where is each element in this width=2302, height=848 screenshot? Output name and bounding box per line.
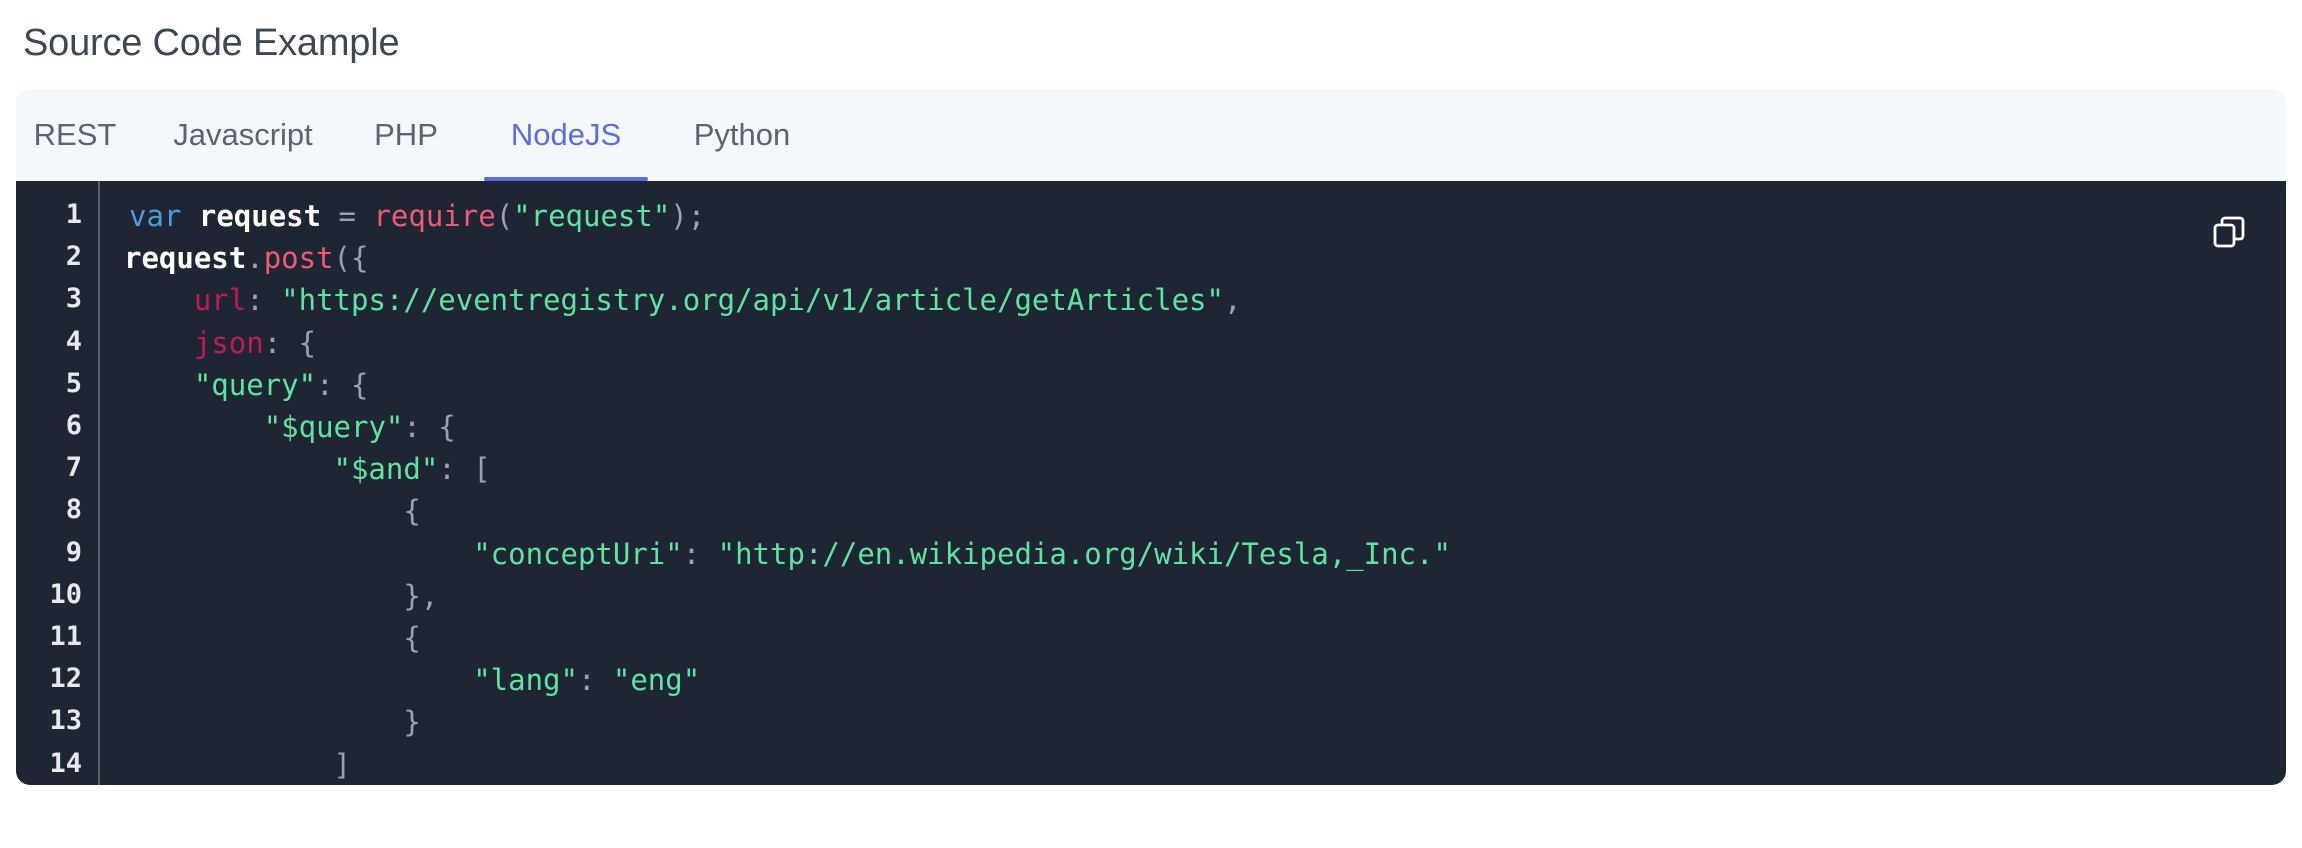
copy-icon <box>2213 216 2245 248</box>
code-line: json: { <box>124 326 316 360</box>
tab-rest[interactable]: REST <box>16 89 134 181</box>
code-line: "query": { <box>124 367 369 402</box>
code-token: ] <box>333 747 351 782</box>
code-token: ); <box>670 199 706 233</box>
code-token: "https://eventregistry.org/api/v1/articl… <box>281 283 1224 318</box>
code-token: "lang" <box>473 663 578 698</box>
code-line: "conceptUri": "http://en.wikipedia.org/w… <box>124 537 1451 571</box>
code-token: ({ <box>333 241 369 276</box>
code-token: json <box>193 325 264 360</box>
code-token: ( <box>495 199 514 233</box>
code-line: var request = require("request"); <box>129 199 705 233</box>
line-number: 11 <box>49 621 82 652</box>
code-line: }, <box>124 579 438 613</box>
code-line: } <box>124 705 421 740</box>
source-code-example-page: Source Code Example REST Javascript PHP … <box>0 0 2302 848</box>
line-number: 4 <box>65 325 82 357</box>
code-token: : <box>246 283 282 318</box>
code-token: : { <box>316 367 369 402</box>
code-token: : <box>577 663 613 698</box>
language-tabs: REST Javascript PHP NodeJS Python <box>16 89 2286 181</box>
code-token: : <box>682 536 718 571</box>
line-number: 7 <box>65 452 82 484</box>
code-token: require <box>373 199 496 233</box>
code-token: request <box>124 241 247 276</box>
code-line: "$and": [ <box>124 452 491 486</box>
code-token: }, <box>403 578 439 613</box>
code-token: = <box>321 199 374 233</box>
line-number-gutter: 1 2 3 4 5 6 7 8 9 10 11 12 13 14 <box>16 181 100 785</box>
code-token: "$query" <box>263 410 404 444</box>
line-number: 8 <box>65 494 82 526</box>
code-token: "http://en.wikipedia.org/wiki/Tesla,_Inc… <box>717 536 1451 571</box>
code-token: url <box>193 283 247 318</box>
code-token: "request" <box>513 199 671 233</box>
code-token: , <box>1223 283 1242 318</box>
tab-nodejs[interactable]: NodeJS <box>484 89 648 181</box>
line-number: 5 <box>65 367 82 399</box>
code-token: request <box>198 199 322 233</box>
code-token: { <box>403 494 421 529</box>
code-token: "query" <box>193 367 317 402</box>
code-token: : { <box>403 410 456 444</box>
code-token: post <box>263 241 334 276</box>
tab-python[interactable]: Python <box>664 89 820 181</box>
line-number: 12 <box>49 663 82 695</box>
code-token: : { <box>263 325 317 360</box>
code-line: { <box>124 494 421 529</box>
code-token: var <box>129 199 182 233</box>
code-panel: 1 2 3 4 5 6 7 8 9 10 11 12 13 14 var request = requir… <box>16 181 2286 785</box>
code-token: "$and" <box>333 452 439 487</box>
code-line: "$query": { <box>124 410 456 444</box>
code-line: url: "https://eventregistry.org/api/v1/a… <box>124 283 1242 318</box>
line-number: 14 <box>49 747 82 779</box>
code-token: : [ <box>438 452 491 487</box>
section-title: Source Code Example <box>23 22 400 64</box>
code-example-card: REST Javascript PHP NodeJS Python 123456… <box>16 89 2286 785</box>
line-number: 9 <box>65 536 82 568</box>
code-line: ] <box>124 748 351 782</box>
line-number: 1 <box>65 199 82 230</box>
code-line: "lang": "eng" <box>124 663 700 697</box>
line-number: 6 <box>65 410 82 441</box>
code-token: "conceptUri" <box>473 536 683 571</box>
line-number: 13 <box>49 705 82 737</box>
code-line: request.post({ <box>124 241 368 275</box>
code-token: . <box>246 241 264 276</box>
tab-php[interactable]: PHP <box>352 89 460 181</box>
tab-javascript[interactable]: Javascript <box>134 89 352 181</box>
line-number: 3 <box>65 283 82 315</box>
code-token: "eng" <box>612 663 701 698</box>
copy-button[interactable] <box>2212 215 2246 249</box>
line-number: 10 <box>49 578 82 610</box>
code-token: { <box>403 621 421 655</box>
code-line: { <box>124 621 421 655</box>
code-token: } <box>403 705 421 740</box>
line-number: 2 <box>65 241 82 273</box>
